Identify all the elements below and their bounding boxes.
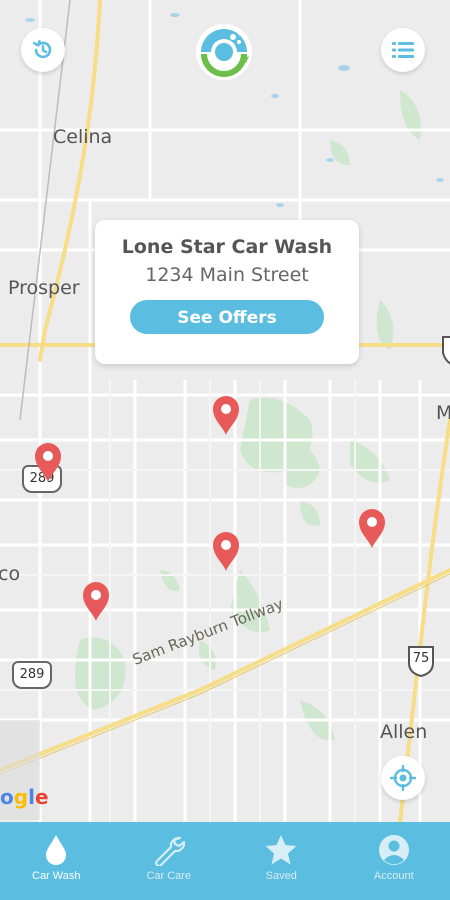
car-wash-map-pin[interactable] [33,441,63,483]
popup-location-address: 1234 Main Street [145,264,309,286]
map-label-prosper: Prosper [8,277,80,299]
map-label-allen: Allen [380,721,428,743]
history-icon [32,39,52,59]
my-location-button[interactable] [381,756,425,800]
car-wash-map-pin[interactable] [81,580,111,622]
nav-account-label: Account [373,870,414,882]
map-label-celina: Celina [53,126,113,148]
nav-car-wash[interactable]: Car Wash [0,822,113,900]
us-highway-shield-75: 75 [406,645,436,678]
car-wash-map-pin[interactable] [211,394,241,436]
see-offers-button[interactable]: See Offers [130,300,324,334]
nav-saved-label: Saved [265,870,297,882]
popup-location-name: Lone Star Car Wash [121,236,333,258]
bottom-navigation: Car Wash Car Care Saved Account [0,822,450,900]
us-highway-shield-75-label: 75 [412,651,430,666]
map-label-partial-m: M [436,402,450,424]
nav-car-care[interactable]: Car Care [113,822,226,900]
nav-account[interactable]: Account [338,822,450,900]
app-logo [195,23,253,81]
nav-car-care-label: Car Care [146,870,192,882]
crosshair-icon [390,765,416,791]
list-view-button[interactable] [381,28,425,72]
wrench-icon [154,836,185,866]
location-popup[interactable]: Lone Star Car Wash 1234 Main Street See … [95,220,359,364]
account-icon [378,835,409,865]
map-label-frisco: co [0,563,21,585]
highway-shield-289-south: 289 [12,661,52,689]
nav-saved[interactable]: Saved [225,822,338,900]
car-wash-map-pin[interactable] [357,507,387,549]
car-wash-logo-icon [196,24,252,80]
map-view[interactable]: Celina Prosper Allen co M 289 289 75 Sam… [0,0,450,822]
history-button[interactable] [21,28,65,72]
list-icon [392,42,414,58]
car-wash-map-pin[interactable] [211,530,241,572]
google-logo: ogle [0,785,49,809]
star-icon [265,835,297,865]
water-drop-icon [46,835,67,865]
us-highway-shield-partial [440,335,450,367]
nav-car-wash-label: Car Wash [32,870,81,882]
